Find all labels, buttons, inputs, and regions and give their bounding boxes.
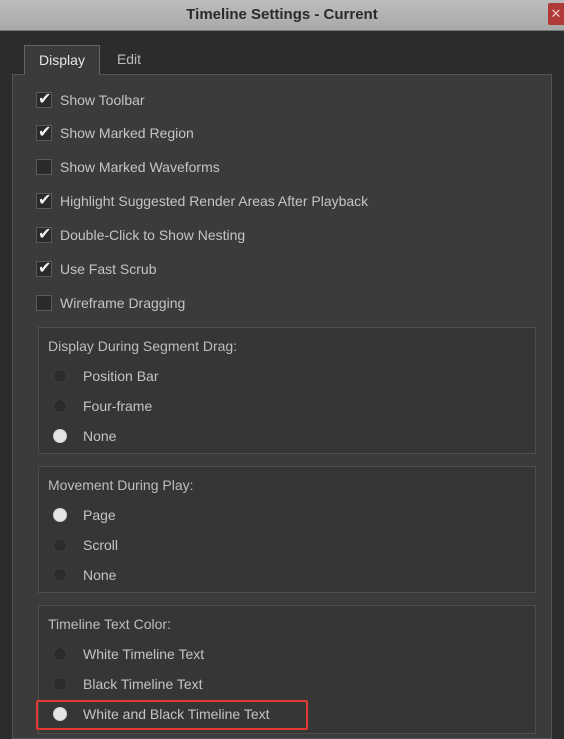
- radio-label: White Timeline Text: [83, 646, 205, 662]
- check-icon: ✔: [38, 224, 52, 243]
- checkbox[interactable]: ✔: [36, 190, 52, 209]
- checkbox[interactable]: ✔: [36, 258, 52, 277]
- close-icon[interactable]: ✕: [548, 3, 564, 25]
- title-bar: Timeline Settings - Current ✕: [0, 0, 564, 31]
- radio-button[interactable]: [53, 677, 67, 691]
- radio-button[interactable]: [53, 508, 67, 522]
- group-title: Timeline Text Color:: [48, 616, 171, 632]
- checkbox-use-fast-scrub[interactable]: ✔ Use Fast Scrub: [36, 258, 516, 280]
- checkbox-label: Double-Click to Show Nesting: [60, 227, 246, 243]
- window-title: Timeline Settings - Current: [186, 6, 378, 23]
- tab-edit-label: Edit: [116, 51, 142, 67]
- radio-none[interactable]: None: [53, 424, 513, 448]
- checkbox[interactable]: [36, 295, 52, 311]
- checkbox-label: Use Fast Scrub: [60, 261, 157, 277]
- radio-four-frame[interactable]: Four-frame: [53, 394, 513, 418]
- radio-scroll[interactable]: Scroll: [53, 533, 513, 557]
- tab-display-label: Display: [39, 52, 85, 68]
- check-icon: ✔: [38, 190, 52, 209]
- radio-label: Black Timeline Text: [83, 676, 203, 692]
- radio-position-bar[interactable]: Position Bar: [53, 364, 513, 388]
- radio-label: Position Bar: [83, 368, 159, 384]
- checkbox-show-toolbar[interactable]: ✔ Show Toolbar: [36, 89, 516, 111]
- radio-none[interactable]: None: [53, 563, 513, 587]
- radio-white-timeline-text[interactable]: White Timeline Text: [53, 642, 513, 666]
- radio-button[interactable]: [53, 568, 67, 582]
- radio-page[interactable]: Page: [53, 503, 513, 527]
- checkbox-double-click-nesting[interactable]: ✔ Double-Click to Show Nesting: [36, 224, 516, 246]
- radio-label: Scroll: [83, 537, 119, 553]
- checkbox-show-marked-region[interactable]: ✔ Show Marked Region: [36, 122, 516, 144]
- check-icon: ✔: [38, 89, 52, 108]
- radio-button[interactable]: [53, 647, 67, 661]
- tab-display[interactable]: Display: [24, 45, 100, 75]
- checkbox-show-marked-waveforms[interactable]: Show Marked Waveforms: [36, 156, 516, 178]
- checkbox[interactable]: ✔: [36, 224, 52, 243]
- check-icon: ✔: [38, 122, 52, 141]
- radio-label: Page: [83, 507, 116, 523]
- checkbox[interactable]: [36, 159, 52, 175]
- checkbox[interactable]: ✔: [36, 122, 52, 141]
- movement-during-play-group: Movement During Play: Page Scroll None: [38, 466, 536, 593]
- group-title: Movement During Play:: [48, 477, 194, 493]
- tab-edit[interactable]: Edit: [104, 45, 154, 75]
- checkbox-label: Show Marked Region: [60, 125, 194, 141]
- checkbox-wireframe-dragging[interactable]: Wireframe Dragging: [36, 292, 516, 314]
- checkbox-label: Show Marked Waveforms: [60, 159, 220, 175]
- radio-label: None: [83, 428, 117, 444]
- checkbox-highlight-render-areas[interactable]: ✔ Highlight Suggested Render Areas After…: [36, 190, 516, 212]
- radio-label: None: [83, 567, 117, 583]
- checkbox[interactable]: ✔: [36, 89, 52, 108]
- radio-button[interactable]: [53, 399, 67, 413]
- group-title: Display During Segment Drag:: [48, 338, 238, 354]
- radio-button[interactable]: [53, 369, 67, 383]
- radio-black-timeline-text[interactable]: Black Timeline Text: [53, 672, 513, 696]
- segment-drag-group: Display During Segment Drag: Position Ba…: [38, 327, 536, 454]
- checkbox-label: Wireframe Dragging: [60, 295, 186, 311]
- highlight-outline: [36, 700, 308, 730]
- radio-label: Four-frame: [83, 398, 153, 414]
- radio-button[interactable]: [53, 429, 67, 443]
- check-icon: ✔: [38, 258, 52, 277]
- radio-button[interactable]: [53, 538, 67, 552]
- checkbox-label: Highlight Suggested Render Areas After P…: [60, 193, 369, 209]
- checkbox-label: Show Toolbar: [60, 92, 145, 108]
